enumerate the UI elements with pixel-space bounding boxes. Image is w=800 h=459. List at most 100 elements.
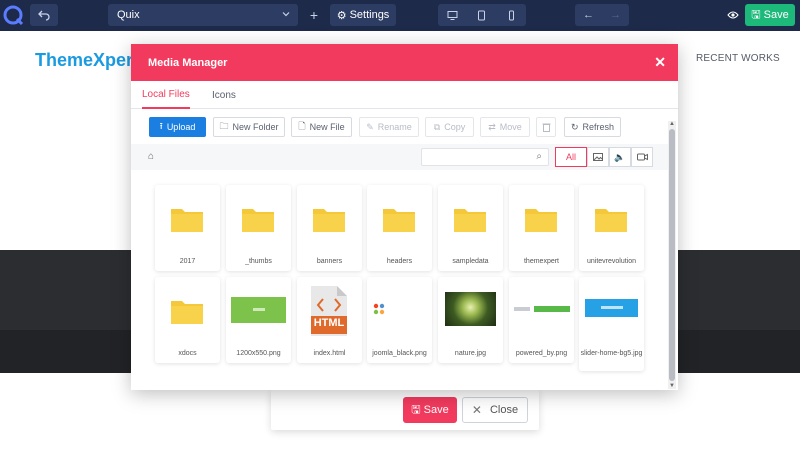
plus-icon: + (309, 7, 319, 23)
folder-icon (171, 301, 203, 324)
arrow-left-icon[interactable]: ← (583, 9, 594, 21)
copy-button[interactable]: ⧉ Copy (425, 117, 474, 137)
tablet-icon[interactable] (476, 10, 487, 21)
search-icon: ⌕ (536, 151, 542, 162)
filter-all-button[interactable]: All (555, 147, 587, 167)
search-input[interactable]: ⌕ (421, 148, 549, 166)
trash-icon (542, 123, 550, 132)
topbar-save-button[interactable]: 🖫 Save (745, 4, 795, 26)
modal-header: Media Manager ✕ (131, 44, 678, 81)
scroll-thumb[interactable] (669, 129, 675, 381)
rename-label: Rename (377, 122, 412, 132)
folder-icon (454, 209, 486, 232)
nav-recent-works[interactable]: RECENT WORKS (696, 53, 780, 64)
list-item[interactable]: slider-home-bg5.jpg (579, 277, 644, 371)
topbar-save-label: Save (763, 9, 789, 21)
page-select-value: Quix (117, 9, 140, 21)
save-button[interactable]: 🖫 Save (403, 397, 457, 423)
list-item[interactable]: HTML index.html (297, 277, 362, 363)
item-name: unitevrevolution (586, 258, 637, 265)
page-select[interactable]: Quix (108, 4, 298, 26)
list-item[interactable]: joomla_black.png (367, 277, 432, 363)
filter-video-button[interactable] (631, 147, 653, 167)
filter-audio-button[interactable]: 🔈 (609, 147, 631, 167)
item-name: xdocs (178, 350, 197, 357)
save-label: Save (423, 404, 449, 416)
copy-icon: ⧉ (433, 121, 441, 132)
list-item[interactable]: xdocs (155, 277, 220, 363)
modal-title: Media Manager (148, 57, 228, 69)
item-name: slider-home-bg5.jpg (580, 350, 643, 357)
upload-button[interactable]: ⭱ Upload (149, 117, 206, 137)
close-label: Close (489, 404, 519, 416)
list-item[interactable]: 1200x550.png (226, 277, 291, 363)
scrollbar[interactable]: ▲ ▼ (668, 121, 676, 389)
list-item[interactable]: sampledata (438, 185, 503, 271)
preview-button[interactable] (726, 4, 740, 26)
move-label: Move (499, 122, 522, 132)
scroll-up-icon[interactable]: ▲ (668, 121, 676, 127)
speaker-icon: 🔈 (614, 151, 626, 162)
item-name: themexpert (523, 258, 560, 265)
modal-footer: 🖫 Save ✕ Close (271, 390, 539, 430)
file-plus-icon: 🗋 (298, 121, 306, 131)
list-item[interactable]: banners (297, 185, 362, 271)
scroll-down-icon[interactable]: ▼ (668, 383, 676, 389)
item-name: joomla_black.png (372, 350, 427, 357)
joomla-logo-icon (373, 303, 385, 315)
list-item[interactable]: _thumbs (226, 185, 291, 271)
arrow-right-icon[interactable]: → (610, 9, 621, 21)
item-name: 2017 (179, 258, 196, 265)
add-page-button[interactable]: + (302, 4, 326, 26)
device-switcher (438, 4, 526, 26)
new-folder-button[interactable]: 🗀 New Folder (213, 117, 285, 137)
image-thumbnail (514, 306, 570, 312)
image-thumbnail (231, 297, 286, 323)
gear-icon: ⚙ (336, 9, 347, 22)
folder-icon (595, 209, 627, 232)
tab-icons[interactable]: Icons (212, 81, 236, 109)
html-file-icon (311, 286, 347, 336)
delete-button[interactable] (536, 117, 556, 137)
desktop-icon[interactable] (447, 10, 458, 21)
rename-button[interactable]: ✎ Rename (359, 117, 419, 137)
list-item[interactable]: unitevrevolution (579, 185, 644, 271)
undo-icon (38, 10, 50, 21)
item-name: nature.jpg (454, 350, 487, 357)
file-toolbar: ⭱ Upload 🗀 New Folder 🗋 New File ✎ Renam… (131, 110, 678, 143)
list-item[interactable]: themexpert (509, 185, 574, 271)
quix-logo-icon[interactable] (2, 4, 24, 26)
close-button[interactable]: ✕ Close (462, 397, 528, 423)
list-item[interactable]: 2017 (155, 185, 220, 271)
refresh-label: Refresh (582, 122, 615, 132)
mobile-icon[interactable] (506, 10, 517, 21)
move-button[interactable]: ⇄ Move (480, 117, 530, 137)
item-name: powered_by.png (515, 350, 568, 357)
settings-button[interactable]: ⚙ Settings (330, 4, 396, 26)
new-folder-label: New Folder (232, 122, 279, 132)
item-name: sampledata (452, 258, 489, 265)
folder-icon (242, 209, 274, 232)
folder-icon (171, 209, 203, 232)
item-name: 1200x550.png (236, 350, 281, 357)
list-item[interactable]: powered_by.png (509, 277, 574, 363)
folder-icon (313, 209, 345, 232)
site-logo: ThemeXpert (35, 50, 140, 70)
filter-image-button[interactable] (587, 147, 609, 167)
home-icon[interactable]: ⌂ (148, 151, 154, 162)
close-icon[interactable]: ✕ (654, 54, 666, 71)
refresh-icon: ↻ (570, 121, 579, 132)
filter-bar: ⌂ ⌕ All 🔈 (131, 144, 668, 170)
tab-local-files[interactable]: Local Files (142, 81, 190, 109)
folder-icon (383, 209, 415, 232)
chevron-down-icon (282, 12, 290, 17)
new-file-button[interactable]: 🗋 New File (291, 117, 352, 137)
list-item[interactable]: headers (367, 185, 432, 271)
refresh-button[interactable]: ↻ Refresh (564, 117, 621, 137)
image-thumbnail (445, 292, 496, 326)
list-item[interactable]: nature.jpg (438, 277, 503, 363)
settings-label: Settings (349, 9, 390, 21)
video-icon (636, 153, 648, 161)
undo-button[interactable] (30, 4, 58, 26)
item-name: index.html (313, 350, 346, 357)
